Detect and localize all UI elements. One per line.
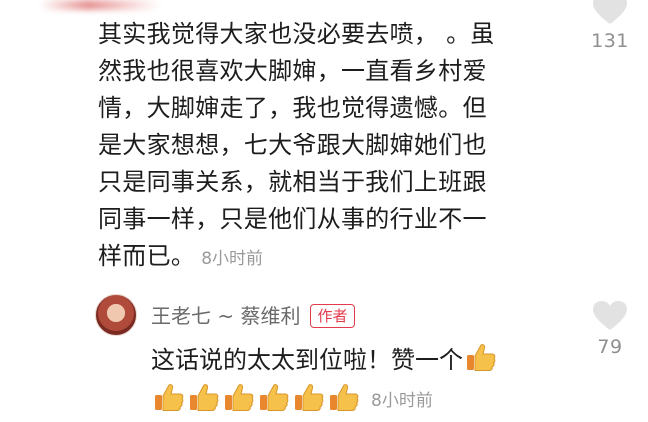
comment-line: 然我也很喜欢大脚婶，一直看乡村爱 xyxy=(98,57,487,85)
reply-timestamp: 8小时前 xyxy=(371,390,433,411)
thumbs-up-emoji xyxy=(153,382,185,414)
thumbs-up-emoji xyxy=(465,342,497,374)
thumbs-up-emoji xyxy=(328,382,360,414)
thumbs-up-emoji xyxy=(188,382,220,414)
reply-text: 这话说的太太到位啦！赞一个 xyxy=(151,346,463,374)
comment-line: 只是同事关系，就相当于我们上班跟 xyxy=(98,168,487,196)
thumbs-row: 8小时前 xyxy=(153,382,433,414)
comment-line: 是大家想想，七大爷跟大脚婶她们也 xyxy=(98,131,487,159)
comment-body: 其实我觉得大家也没必要去喷， 。虽 然我也很喜欢大脚婶，一直看乡村爱 情，大脚婶… xyxy=(98,16,553,278)
thumbs-up-emoji xyxy=(293,382,325,414)
comment-line: 情，大脚婶走了，我也觉得遗憾。但 xyxy=(98,94,487,122)
reply-body: 这话说的太太到位啦！赞一个 xyxy=(151,340,500,375)
reply-author-row: 王老七 ~ 蔡维利 作者 xyxy=(151,300,355,329)
comment-timestamp: 8小时前 xyxy=(201,249,264,269)
author-badge: 作者 xyxy=(310,304,355,328)
comment-line-last: 样而已。 8小时前 xyxy=(98,238,553,278)
avatar[interactable] xyxy=(95,294,137,336)
reply-like-button[interactable]: 79 xyxy=(584,300,636,358)
comment-like-count: 131 xyxy=(591,30,629,52)
thumbs-up-emoji xyxy=(223,382,255,414)
thumbs-up-emoji xyxy=(258,382,290,414)
heart-icon xyxy=(593,0,627,24)
top-blur-decoration xyxy=(40,0,160,10)
comment-line: 样而已。 xyxy=(98,242,196,270)
heart-icon xyxy=(593,301,627,330)
comment-line: 其实我觉得大家也没必要去喷， 。虽 xyxy=(98,20,495,48)
comment-line: 同事一样，只是他们从事的行业不一 xyxy=(98,205,487,233)
reply-author-name[interactable]: 王老七 ~ 蔡维利 xyxy=(151,304,300,328)
comment-like-button[interactable]: 131 xyxy=(584,0,636,52)
reply-like-count: 79 xyxy=(597,336,623,358)
